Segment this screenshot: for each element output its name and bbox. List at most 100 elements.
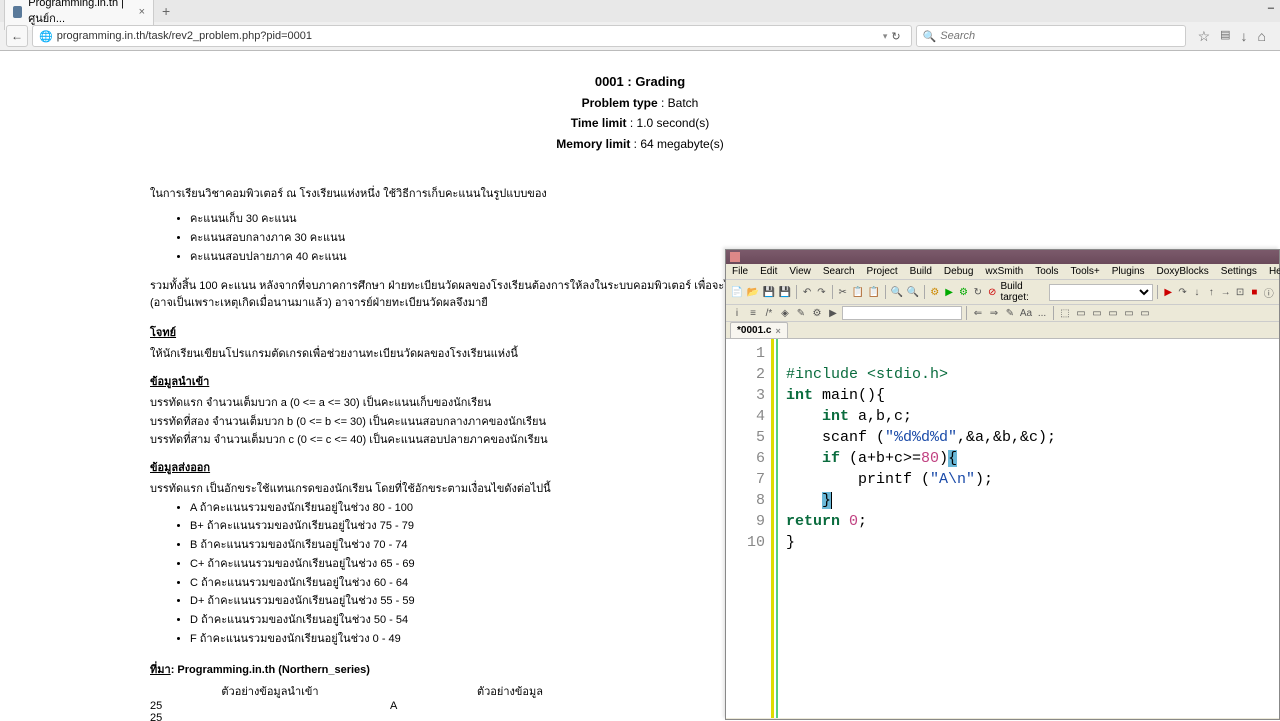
- menu-build[interactable]: Build: [910, 266, 932, 277]
- block3-icon[interactable]: ▭: [1106, 306, 1120, 320]
- home-icon[interactable]: ⌂: [1258, 28, 1266, 45]
- line-number: 8: [726, 490, 765, 511]
- search-icon: 🔍: [923, 30, 937, 43]
- ide-toolbar-1: 📄 📂 💾 💾 ↶ ↷ ✂ 📋 📋 🔍 🔍 ⚙ ▶ ⚙ ↻ ⊘ Build ta…: [726, 280, 1279, 305]
- debug-out-icon[interactable]: ↑: [1205, 285, 1217, 299]
- debug-next-icon[interactable]: →: [1219, 285, 1231, 299]
- back-button[interactable]: ←: [6, 25, 28, 47]
- line-number: 3: [726, 385, 765, 406]
- code-token: if: [822, 450, 840, 467]
- run2-icon[interactable]: ▶: [826, 306, 840, 320]
- open-icon[interactable]: 📂: [746, 285, 760, 299]
- more-icon[interactable]: ...: [1035, 306, 1049, 320]
- new-tab-button[interactable]: +: [154, 3, 178, 19]
- bookmarks-icon[interactable]: ▤: [1220, 28, 1230, 45]
- menu-view[interactable]: View: [789, 266, 811, 277]
- downloads-icon[interactable]: ↓: [1241, 28, 1248, 45]
- debug-into-icon[interactable]: ↓: [1191, 285, 1203, 299]
- menu-settings[interactable]: Settings: [1221, 266, 1257, 277]
- file-tab[interactable]: *0001.c ×: [730, 322, 788, 338]
- code-editor[interactable]: 1 2 3 4 5 6 7 8 9 10 #include <stdio.h> …: [726, 338, 1279, 718]
- source-text: : Programming.in.th (Northern_series): [171, 664, 370, 676]
- sample-input-value: 25: [150, 700, 390, 712]
- menu-project[interactable]: Project: [867, 266, 898, 277]
- debug-info-icon[interactable]: ⓘ: [1263, 285, 1275, 299]
- code-token: "A\n": [930, 471, 975, 488]
- search-field[interactable]: 🔍: [916, 25, 1186, 47]
- debug-break-icon[interactable]: ⊡: [1234, 285, 1246, 299]
- close-icon[interactable]: ×: [139, 6, 145, 18]
- block4-icon[interactable]: ▭: [1122, 306, 1136, 320]
- toggle-icon[interactable]: i: [730, 306, 744, 320]
- code-token: (a+b+c>=: [840, 450, 921, 467]
- source-icon[interactable]: ≡: [746, 306, 760, 320]
- debug-stop-icon[interactable]: ■: [1248, 285, 1260, 299]
- code-token: "%d%d%d": [885, 429, 957, 446]
- code-token: int: [786, 387, 813, 404]
- menu-search[interactable]: Search: [823, 266, 855, 277]
- address-bar: ← 🌐 programming.in.th/task/rev2_problem.…: [0, 22, 1280, 50]
- block5-icon[interactable]: ▭: [1138, 306, 1152, 320]
- quick-input[interactable]: [842, 306, 962, 320]
- file-tab-label: *0001.c: [737, 325, 771, 336]
- code-text[interactable]: #include <stdio.h> int main(){ int a,b,c…: [778, 339, 1062, 718]
- star-icon[interactable]: ☆: [1198, 28, 1211, 45]
- replace-icon[interactable]: 🔍: [906, 285, 920, 299]
- block1-icon[interactable]: ▭: [1074, 306, 1088, 320]
- menu-file[interactable]: File: [732, 266, 748, 277]
- comment-icon[interactable]: /*: [762, 306, 776, 320]
- copy-icon[interactable]: 📋: [851, 285, 865, 299]
- paste-icon[interactable]: 📋: [867, 285, 881, 299]
- highlight-icon[interactable]: ✎: [794, 306, 808, 320]
- tab-bar: Programming.in.th | ศูนย์ก... × +: [0, 0, 1280, 22]
- tab-title: Programming.in.th | ศูนย์ก...: [28, 0, 132, 27]
- code-token: a,b,c;: [849, 408, 912, 425]
- find-icon[interactable]: 🔍: [890, 285, 904, 299]
- url-field[interactable]: 🌐 programming.in.th/task/rev2_problem.ph…: [32, 25, 912, 47]
- nav-back-icon[interactable]: ⇐: [971, 306, 985, 320]
- code-token: ): [939, 450, 948, 467]
- ide-titlebar[interactable]: [726, 250, 1279, 264]
- buildrun-icon[interactable]: ⚙: [957, 285, 969, 299]
- rebuild-icon[interactable]: ↻: [972, 285, 984, 299]
- build-target-select[interactable]: [1049, 284, 1154, 301]
- config-icon[interactable]: ⚙: [810, 306, 824, 320]
- code-token: int: [822, 408, 849, 425]
- build-icon[interactable]: ⚙: [929, 285, 941, 299]
- menu-edit[interactable]: Edit: [760, 266, 777, 277]
- nav-fwd-icon[interactable]: ⇒: [987, 306, 1001, 320]
- letter-icon[interactable]: Aa: [1019, 306, 1033, 320]
- undo-icon[interactable]: ↶: [801, 285, 813, 299]
- reload-icon[interactable]: ↻: [887, 30, 904, 43]
- debug-step-icon[interactable]: ↷: [1176, 285, 1188, 299]
- redo-icon[interactable]: ↷: [815, 285, 827, 299]
- line-number: 1: [726, 343, 765, 364]
- sample-output-value: A: [390, 700, 630, 712]
- line-number: 5: [726, 427, 765, 448]
- saveall-icon[interactable]: 💾: [778, 285, 792, 299]
- sample-output-heading: ตัวอย่างข้อมูล: [390, 682, 630, 700]
- menu-help[interactable]: Help: [1269, 266, 1280, 277]
- block2-icon[interactable]: ▭: [1090, 306, 1104, 320]
- cut-icon[interactable]: ✂: [836, 285, 848, 299]
- debug-run-icon[interactable]: ▶: [1162, 285, 1174, 299]
- code-token: {: [948, 450, 957, 467]
- menu-tools[interactable]: Tools: [1035, 266, 1058, 277]
- abort-icon[interactable]: ⊘: [986, 285, 998, 299]
- menu-debug[interactable]: Debug: [944, 266, 973, 277]
- menu-wxsmith[interactable]: wxSmith: [985, 266, 1023, 277]
- line-number: 4: [726, 406, 765, 427]
- run-icon[interactable]: ▶: [943, 285, 955, 299]
- window-minimize[interactable]: –: [1268, 2, 1274, 14]
- menu-toolsplus[interactable]: Tools+: [1071, 266, 1100, 277]
- marker-icon[interactable]: ✎: [1003, 306, 1017, 320]
- ide-window: File Edit View Search Project Build Debu…: [725, 249, 1280, 720]
- new-icon[interactable]: 📄: [730, 285, 744, 299]
- bookmark-icon[interactable]: ◈: [778, 306, 792, 320]
- menu-plugins[interactable]: Plugins: [1112, 266, 1145, 277]
- menu-doxyblocks[interactable]: DoxyBlocks: [1157, 266, 1209, 277]
- select-icon[interactable]: ⬚: [1058, 306, 1072, 320]
- search-input[interactable]: [940, 30, 1178, 42]
- save-icon[interactable]: 💾: [762, 285, 776, 299]
- close-icon[interactable]: ×: [775, 326, 780, 336]
